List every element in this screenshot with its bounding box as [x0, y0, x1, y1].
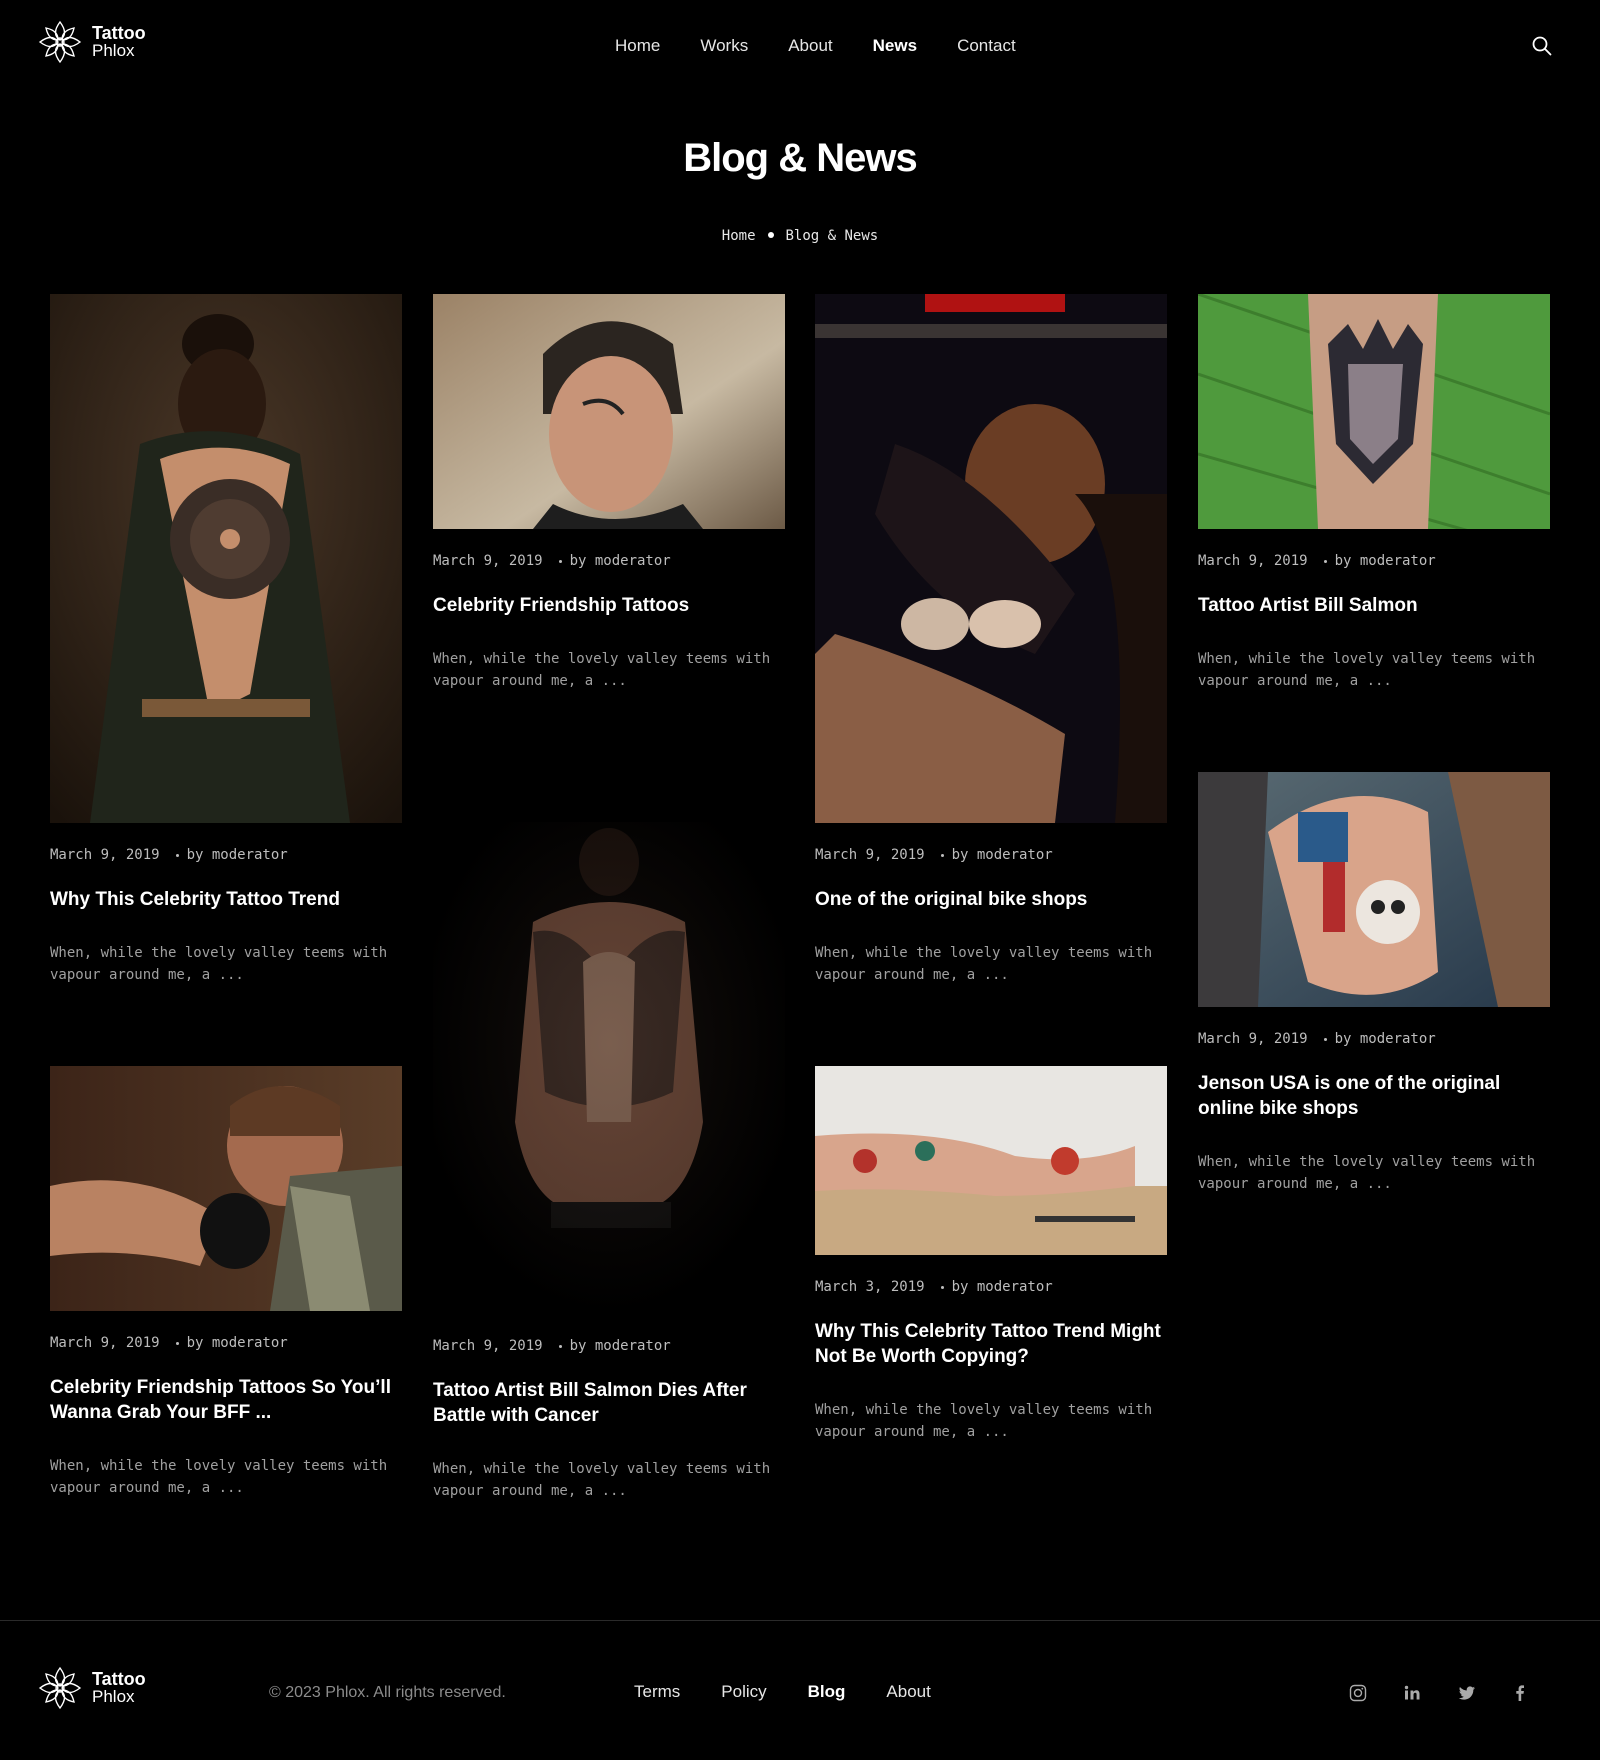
post-excerpt: When, while the lovely valley teems with… — [433, 1461, 771, 1499]
post-date: March 9, 2019 — [815, 847, 925, 863]
post-title[interactable]: Celebrity Friendship Tattoos — [433, 593, 785, 618]
breadcrumb-home[interactable]: Home — [722, 228, 756, 244]
search-icon[interactable] — [1532, 36, 1552, 56]
post-date: March 9, 2019 — [433, 1338, 543, 1354]
post-title[interactable]: Why This Celebrity Tattoo Trend Might No… — [815, 1319, 1167, 1369]
brand-line1: Tattoo — [92, 1669, 146, 1689]
post-image[interactable] — [815, 1066, 1167, 1255]
post-author[interactable]: by moderator — [570, 1338, 671, 1354]
lotus-logo-icon — [38, 20, 82, 64]
breadcrumb: Home Blog & News — [0, 228, 1600, 244]
post-card[interactable]: March 9, 2019 by moderator Tattoo Artist … — [1198, 294, 1550, 692]
post-excerpt: When, while the lovely valley teems with… — [815, 945, 1153, 983]
post-title[interactable]: Jenson USA is one of the original online… — [1198, 1071, 1550, 1121]
post-excerpt: When, while the lovely valley teems with… — [1198, 651, 1536, 689]
post-meta: March 3, 2019 by moderator — [815, 1279, 1167, 1295]
post-image[interactable] — [50, 1066, 402, 1311]
post-meta: March 9, 2019 by moderator — [815, 847, 1167, 863]
breadcrumb-separator — [767, 232, 774, 238]
post-date: March 3, 2019 — [815, 1279, 925, 1295]
post-author[interactable]: by moderator — [1335, 553, 1436, 569]
site-header: Tattoo Phlox Home Works About News Conta… — [0, 0, 1600, 92]
footer-link-blog[interactable]: Blog — [808, 1682, 846, 1702]
footer-link-policy[interactable]: Policy — [721, 1682, 766, 1702]
brand-line2: Phlox — [92, 1687, 135, 1706]
copyright-text: © 2023 Phlox. All rights reserved. — [269, 1684, 506, 1701]
post-meta: March 9, 2019 by moderator — [1198, 553, 1550, 569]
brand-line2: Phlox — [92, 41, 135, 60]
post-title[interactable]: Tattoo Artist Bill Salmon Dies After Bat… — [433, 1378, 785, 1428]
post-meta: March 9, 2019 by moderator — [1198, 1031, 1550, 1047]
post-author[interactable]: by moderator — [952, 1279, 1053, 1295]
linkedin-icon[interactable] — [1403, 1684, 1421, 1702]
nav-about[interactable]: About — [788, 36, 832, 56]
page-title: Blog & News — [683, 136, 917, 180]
post-date: March 9, 2019 — [1198, 1031, 1308, 1047]
post-author[interactable]: by moderator — [187, 847, 288, 863]
post-date: March 9, 2019 — [433, 553, 543, 569]
post-author[interactable]: by moderator — [1335, 1031, 1436, 1047]
instagram-icon[interactable] — [1349, 1684, 1367, 1702]
post-excerpt: When, while the lovely valley teems with… — [50, 1458, 388, 1496]
post-excerpt: When, while the lovely valley teems with… — [50, 945, 388, 983]
nav-home[interactable]: Home — [615, 36, 660, 56]
post-card[interactable]: March 9, 2019 by moderator Jenson USA is … — [1198, 772, 1550, 1195]
facebook-icon[interactable] — [1511, 1684, 1529, 1702]
footer-link-terms[interactable]: Terms — [634, 1682, 680, 1702]
site-logo[interactable]: Tattoo Phlox — [36, 18, 146, 66]
post-meta: March 9, 2019 by moderator — [50, 1335, 402, 1351]
footer-nav: Terms Policy Blog About — [634, 1682, 972, 1702]
post-meta: March 9, 2019 by moderator — [433, 1338, 785, 1354]
post-card[interactable]: March 9, 2019 by moderator Why This Celeb… — [50, 294, 402, 986]
post-title[interactable]: Why This Celebrity Tattoo Trend — [50, 887, 402, 912]
nav-contact[interactable]: Contact — [957, 36, 1016, 56]
post-card[interactable]: March 9, 2019 by moderator One of the ori… — [815, 294, 1167, 986]
post-card[interactable]: March 9, 2019 by moderator Celebrity Frie… — [50, 1066, 402, 1499]
post-excerpt: When, while the lovely valley teems with… — [815, 1402, 1153, 1440]
post-card[interactable]: March 9, 2019 by moderator Celebrity Frie… — [433, 294, 785, 692]
nav-works[interactable]: Works — [700, 36, 748, 56]
post-image[interactable] — [1198, 294, 1550, 529]
post-date: March 9, 2019 — [1198, 553, 1308, 569]
post-author[interactable]: by moderator — [570, 553, 671, 569]
post-excerpt: When, while the lovely valley teems with… — [1198, 1154, 1536, 1192]
post-image[interactable] — [433, 822, 785, 1314]
post-date: March 9, 2019 — [50, 1335, 160, 1351]
post-title[interactable]: One of the original bike shops — [815, 887, 1167, 912]
twitter-icon[interactable] — [1458, 1684, 1476, 1702]
post-image[interactable] — [50, 294, 402, 823]
post-image[interactable] — [815, 294, 1167, 823]
post-date: March 9, 2019 — [50, 847, 160, 863]
post-image[interactable] — [1198, 772, 1550, 1007]
post-title[interactable]: Tattoo Artist Bill Salmon — [1198, 593, 1550, 618]
post-meta: March 9, 2019 by moderator — [50, 847, 402, 863]
footer-link-about[interactable]: About — [886, 1682, 930, 1702]
post-title[interactable]: Celebrity Friendship Tattoos So You’ll W… — [50, 1375, 402, 1425]
post-author[interactable]: by moderator — [187, 1335, 288, 1351]
post-image[interactable] — [433, 294, 785, 529]
post-author[interactable]: by moderator — [952, 847, 1053, 863]
post-excerpt: When, while the lovely valley teems with… — [433, 651, 771, 689]
breadcrumb-current: Blog & News — [785, 228, 879, 244]
footer-logo[interactable]: Tattoo Phlox — [36, 1664, 146, 1712]
post-meta: March 9, 2019 by moderator — [433, 553, 785, 569]
post-card[interactable]: March 3, 2019 by moderator Why This Celeb… — [815, 1066, 1167, 1443]
brand-line1: Tattoo — [92, 23, 146, 43]
post-card[interactable]: March 9, 2019 by moderator Tattoo Artist … — [433, 822, 785, 1502]
main-nav: Home Works About News Contact — [615, 36, 1056, 56]
nav-news[interactable]: News — [873, 36, 917, 56]
footer-divider — [0, 1620, 1600, 1621]
lotus-logo-icon — [38, 1666, 82, 1710]
